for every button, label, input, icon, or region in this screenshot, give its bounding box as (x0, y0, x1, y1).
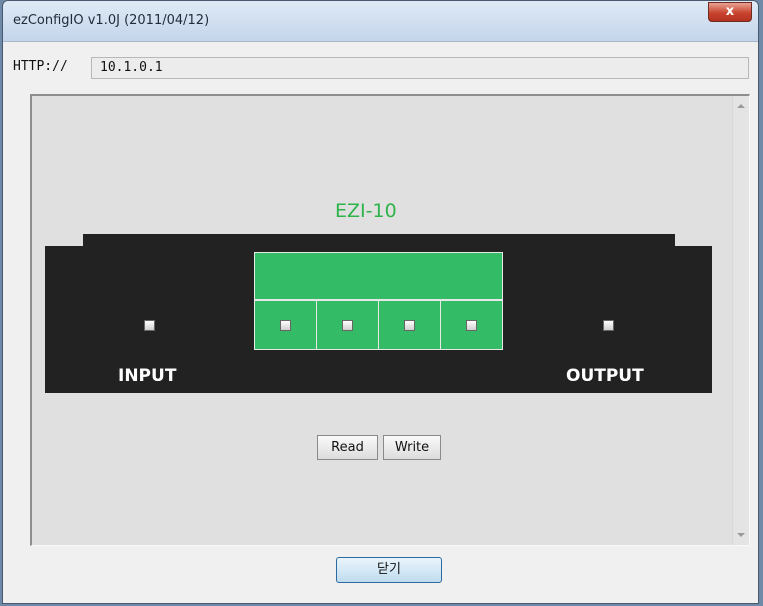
device-model-label: EZI-10 (335, 200, 397, 222)
address-prefix: HTTP:// (13, 59, 68, 74)
io-panel-header (254, 252, 503, 300)
bit-checkbox-2[interactable] (342, 320, 353, 331)
write-button[interactable]: Write (383, 435, 441, 460)
io-bit-cell (254, 300, 317, 350)
output-checkbox[interactable] (603, 320, 614, 331)
read-button[interactable]: Read (317, 435, 378, 460)
output-label: OUTPUT (566, 366, 644, 386)
input-checkbox[interactable] (144, 320, 155, 331)
io-bit-cell (440, 300, 503, 350)
scroll-up-icon[interactable] (737, 104, 745, 108)
close-dialog-button[interactable]: 닫기 (336, 557, 442, 583)
address-field[interactable]: 10.1.0.1 (91, 57, 749, 79)
scroll-down-icon[interactable] (737, 533, 745, 537)
title-bar[interactable]: ezConfigIO v1.0J (2011/04/12) x (3, 1, 758, 42)
bit-checkbox-4[interactable] (466, 320, 477, 331)
close-window-button[interactable]: x (708, 2, 752, 22)
bit-checkbox-3[interactable] (404, 320, 415, 331)
window-title: ezConfigIO v1.0J (2011/04/12) (13, 13, 210, 28)
bit-checkbox-1[interactable] (280, 320, 291, 331)
input-label: INPUT (118, 366, 177, 386)
vertical-scrollbar[interactable] (732, 96, 749, 545)
io-bit-cell (378, 300, 441, 350)
io-bit-cell (316, 300, 379, 350)
